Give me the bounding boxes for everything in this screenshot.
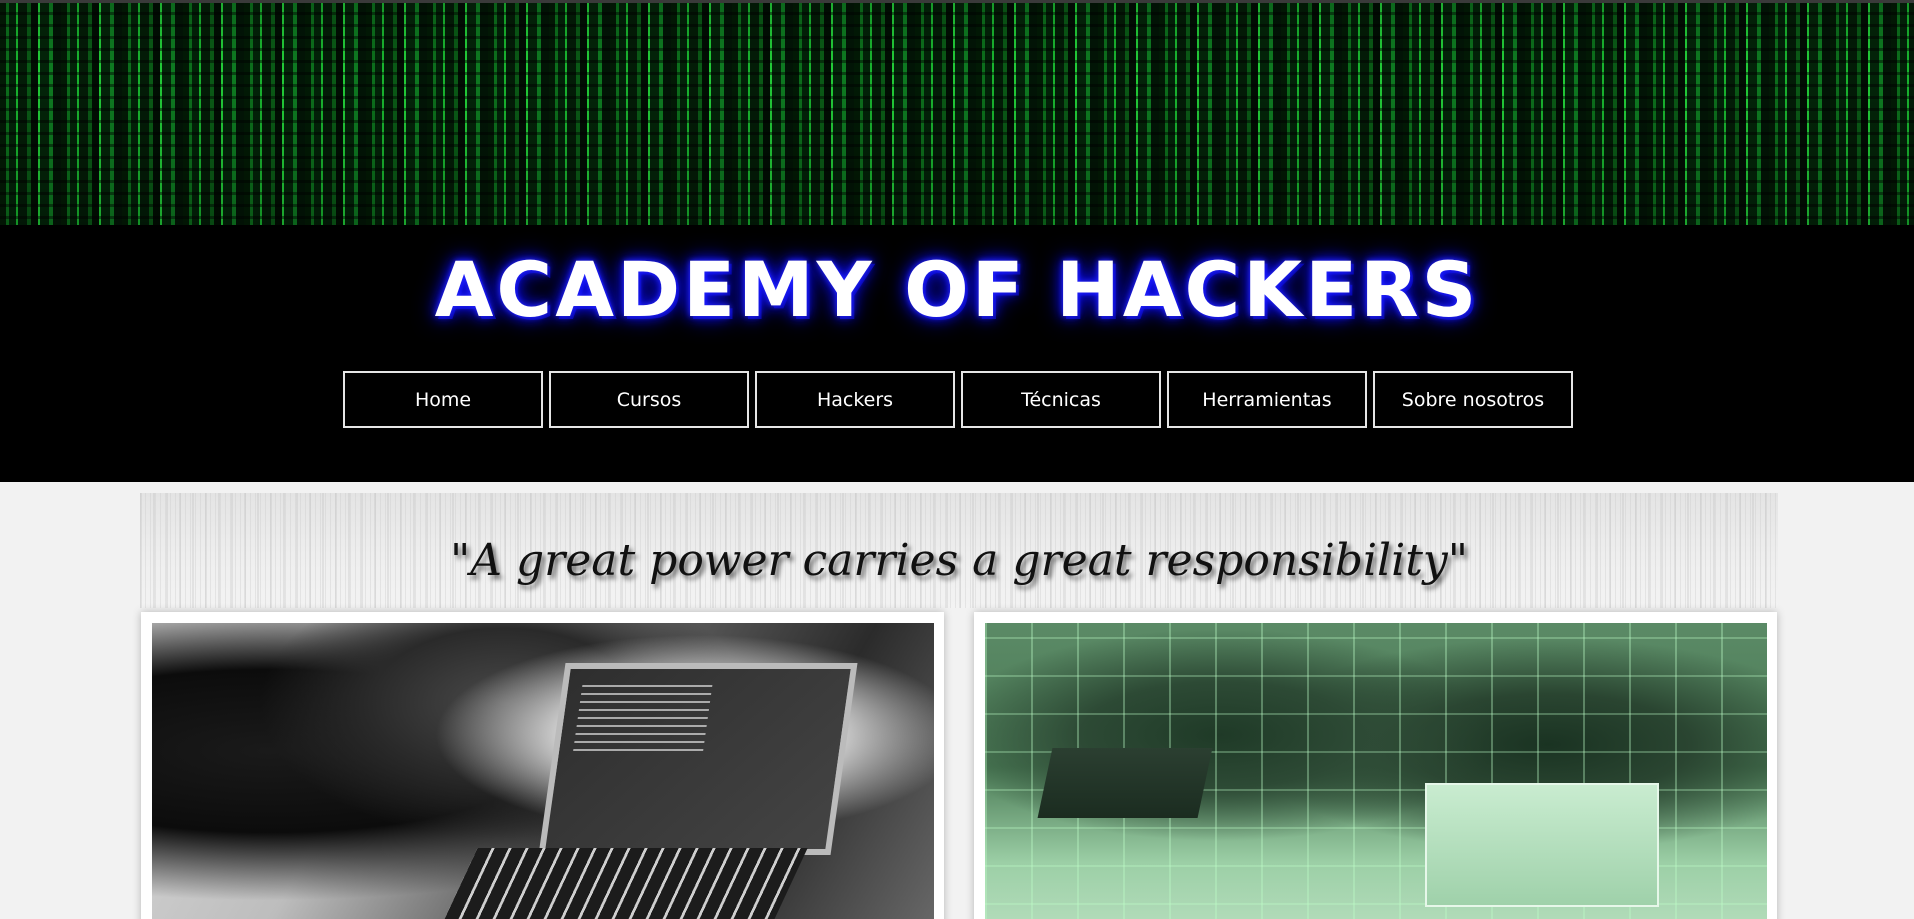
laptop-screen-shape <box>538 663 858 855</box>
main-nav: Home Cursos Hackers Técnicas Herramienta… <box>343 371 1573 428</box>
laptop-left-shape <box>1037 748 1213 818</box>
matrix-banner-image <box>0 0 1914 225</box>
nav-item-herramientas[interactable]: Herramientas <box>1167 371 1367 428</box>
site-header: ACADEMY OF HACKERS Home Cursos Hackers T… <box>0 225 1914 482</box>
image-card-right <box>974 612 1777 919</box>
image-card-left <box>141 612 944 919</box>
nav-item-hackers[interactable]: Hackers <box>755 371 955 428</box>
nav-item-sobre-nosotros[interactable]: Sobre nosotros <box>1373 371 1573 428</box>
nav-item-home[interactable]: Home <box>343 371 543 428</box>
hacker-laptop-photo <box>152 623 934 919</box>
page: ACADEMY OF HACKERS Home Cursos Hackers T… <box>0 0 1914 919</box>
nav-item-tecnicas[interactable]: Técnicas <box>961 371 1161 428</box>
keyboard-shape <box>426 848 808 919</box>
nav-item-cursos[interactable]: Cursos <box>549 371 749 428</box>
site-title: ACADEMY OF HACKERS <box>434 245 1480 334</box>
quote-text: "A great power carries a great responsib… <box>450 535 1468 586</box>
quote-panel: "A great power carries a great responsib… <box>140 493 1778 608</box>
hackers-matrix-photo <box>985 623 1767 919</box>
laptop-right-shape <box>1425 783 1659 907</box>
